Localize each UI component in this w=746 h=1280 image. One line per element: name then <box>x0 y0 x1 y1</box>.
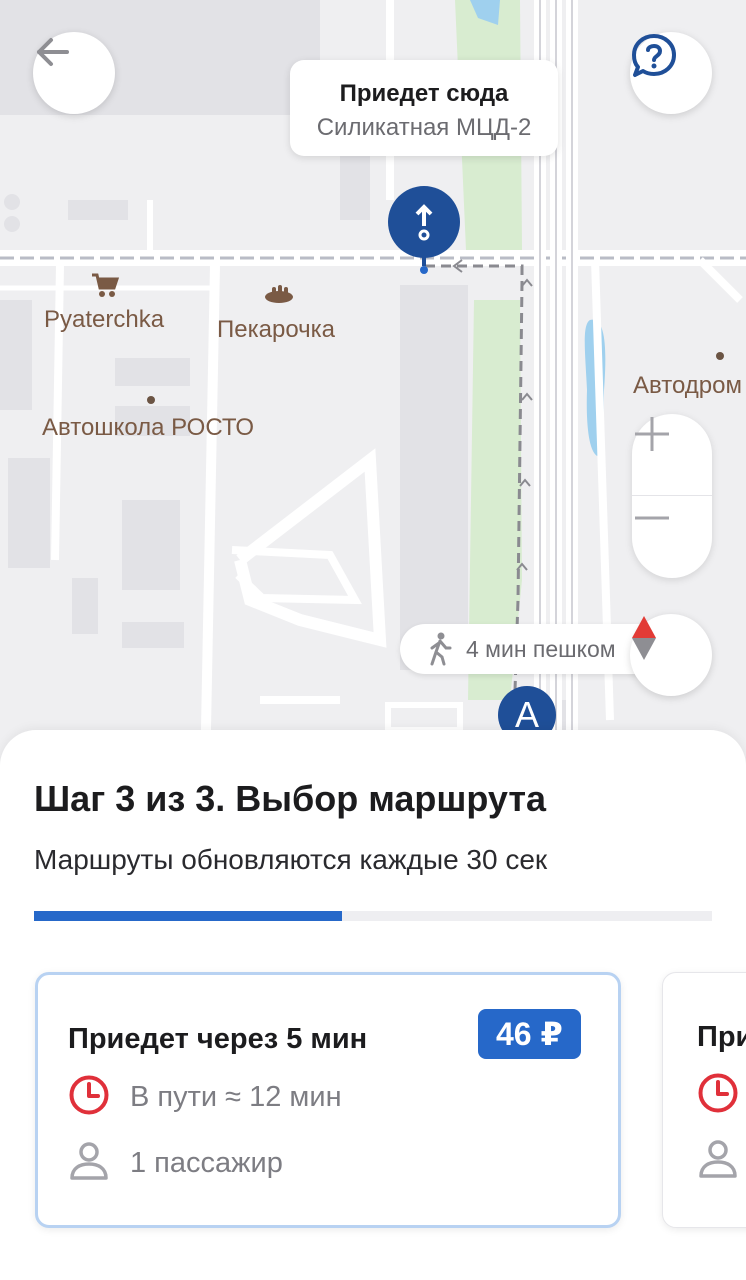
route-travel-time: В пути ≈ 12 мин <box>130 1080 342 1113</box>
step-progress-fill <box>34 911 343 921</box>
poi-avtodrom[interactable]: Автодром <box>633 372 742 400</box>
zoom-control <box>632 414 712 578</box>
destination-marker[interactable] <box>386 186 462 274</box>
help-button[interactable] <box>630 32 712 114</box>
zoom-in-button[interactable] <box>632 414 712 494</box>
destination-callout: Приедет сюда Силикатная МЦД-2 <box>290 60 558 156</box>
route-card-selected[interactable]: Приедет через 5 мин 46 ₽ В пути ≈ 12 мин… <box>35 972 621 1228</box>
poi-pyaterchka[interactable]: Pyaterchka <box>44 306 164 334</box>
route-travel-row: В пути ≈ 12 мин <box>68 1075 342 1119</box>
route-price: 46 ₽ <box>478 1009 581 1059</box>
clock-icon <box>697 1072 739 1119</box>
clock-icon <box>68 1074 110 1121</box>
route-selection-sheet: Шаг 3 из 3. Выбор маршрута Маршруты обно… <box>0 730 746 1280</box>
poi-pekarochka[interactable]: Пекарочка <box>217 316 335 344</box>
route-passenger-row: 1 пассажир <box>68 1141 283 1185</box>
person-icon <box>68 1140 110 1187</box>
map[interactable]: Pyaterchka Пекарочка Автошкола РОСТО Авт… <box>0 0 746 780</box>
sheet-title: Шаг 3 из 3. Выбор маршрута <box>34 778 547 819</box>
route-passengers: 1 пассажир <box>130 1146 283 1179</box>
person-icon <box>697 1138 739 1185</box>
destination-title: Приедет сюда <box>339 80 509 107</box>
compass-button[interactable] <box>630 614 712 696</box>
zoom-out-button[interactable] <box>632 498 712 578</box>
zoom-divider <box>632 495 712 496</box>
destination-station: Силикатная МЦД-2 <box>316 114 532 141</box>
route-card-next[interactable]: Приедет через <box>662 972 746 1228</box>
step-progress-bar <box>34 911 712 921</box>
route-arrival-next: Приедет через <box>697 1021 746 1053</box>
route-arrival: Приедет через 5 мин <box>68 1023 368 1055</box>
poi-avtoshkola[interactable]: Автошкола РОСТО <box>42 414 254 442</box>
route-travel-row-next <box>697 1073 739 1117</box>
back-button[interactable] <box>33 32 115 114</box>
walk-time-text: 4 мин пешком <box>466 636 616 662</box>
sheet-subtitle: Маршруты обновляются каждые 30 сек <box>34 844 548 875</box>
walk-time-pill: 4 мин пешком <box>400 624 650 674</box>
route-passenger-row-next <box>697 1139 739 1183</box>
